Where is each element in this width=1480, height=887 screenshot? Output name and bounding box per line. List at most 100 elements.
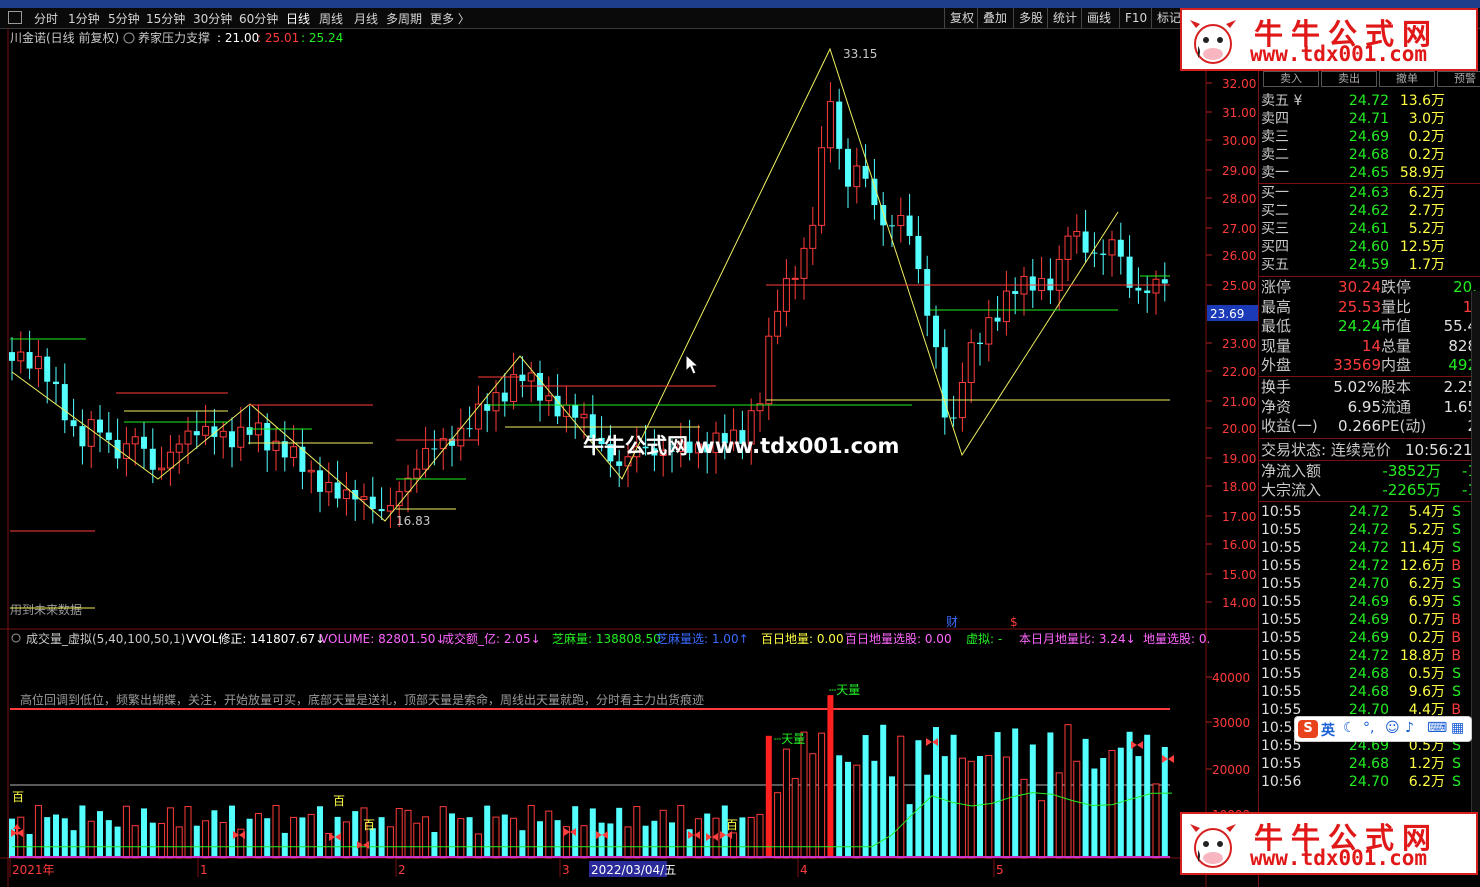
period-tab[interactable]: 更多 〉 — [430, 10, 470, 27]
stat-row: 换手 5.02% 股本 2.25 — [1259, 378, 1480, 397]
stat-label: 外盘 — [1261, 356, 1292, 375]
tick-side: S — [1452, 539, 1461, 556]
tick-row: 10:55 24.72 11.4万 S — [1259, 539, 1480, 557]
vol-indicator-item: VOLUME: 82801.50↓ — [320, 632, 445, 646]
volume-bar-up — [307, 813, 315, 859]
candle-down — [845, 148, 851, 187]
toolbar-button[interactable]: 叠加 — [977, 8, 1012, 28]
volume-bar-down — [862, 735, 869, 858]
period-tab[interactable]: 60分钟 — [239, 10, 278, 27]
quote-price: 24.62 — [1348, 203, 1389, 219]
quote-volume: 12.5万 — [1399, 239, 1445, 255]
emoji-icon[interactable]: ☺ — [1385, 720, 1400, 736]
order-tab[interactable]: 卖出 — [1321, 71, 1377, 87]
volume-bar-down — [1012, 728, 1019, 858]
stat-value: 24.24 — [1338, 317, 1381, 336]
toolbar-button[interactable]: 多股 — [1013, 8, 1048, 28]
volume-bar-up — [756, 813, 764, 859]
tianliang-label: ┄天量 — [829, 683, 860, 697]
tick-row: 10:55 24.68 0.5万 S — [1259, 665, 1480, 683]
stat-row: 最高 25.53 量比 1. — [1259, 298, 1480, 317]
quote-price: 24.69 — [1348, 129, 1389, 145]
period-tab[interactable]: 15分钟 — [146, 10, 185, 27]
candle-down — [44, 356, 51, 382]
period-tab[interactable]: 5分钟 — [108, 10, 140, 27]
order-tab[interactable]: 预警 — [1437, 71, 1480, 87]
period-tab[interactable]: 30分钟 — [193, 10, 232, 27]
moon-icon[interactable]: ☾ — [1343, 720, 1356, 736]
volume-bar-down — [845, 761, 851, 858]
volume-bar-up — [422, 816, 430, 859]
tick-row: 10:55 24.68 1.2万 S — [1259, 755, 1480, 773]
candle-up — [853, 165, 861, 188]
volume-bar-up — [510, 817, 518, 859]
tick-side: S — [1452, 665, 1461, 682]
period-tab[interactable]: 1分钟 — [68, 10, 100, 27]
volume-bar-down — [933, 727, 939, 858]
stat-label: 换手 — [1261, 378, 1292, 396]
ime-toolbar[interactable]: S 英 ☾ °, ☺ ♪ ⌨ ▦ — [1294, 716, 1472, 742]
volume-bar-up — [184, 806, 192, 859]
candle-down — [378, 509, 385, 512]
stat-label: 量比 — [1381, 297, 1412, 316]
candle-up — [1073, 230, 1081, 237]
indicator-v1: : 21.00 — [217, 31, 259, 45]
tick-row: 10:55 24.68 9.6万 S — [1259, 683, 1480, 701]
stat-row: 最低 24.24 市值 55.4 — [1259, 317, 1480, 336]
tick-price: 24.69 — [1348, 593, 1389, 610]
order-tab[interactable]: 卖入 — [1263, 71, 1319, 87]
order-tab[interactable]: 撤单 — [1379, 71, 1435, 87]
price-tick-label: 16.00 — [1222, 538, 1256, 552]
candle-up — [809, 224, 817, 249]
candle-up — [791, 277, 799, 280]
tick-price: 24.70 — [1348, 773, 1389, 790]
volume-bar-down — [1144, 734, 1151, 858]
quote-volume: 0.2万 — [1408, 147, 1445, 163]
candle-up — [184, 430, 192, 445]
volume-bar-down — [906, 804, 913, 858]
volume-bar-down — [484, 805, 491, 858]
quote-label: 买三 — [1261, 221, 1289, 237]
sogou-icon[interactable]: S — [1298, 720, 1318, 738]
mic-icon[interactable]: ♪ — [1405, 720, 1414, 736]
period-tab[interactable]: 月线 — [354, 10, 378, 27]
candle-down — [616, 461, 623, 466]
quote-price: 24.71 — [1348, 111, 1389, 127]
menu-icon[interactable] — [8, 11, 22, 24]
grid-icon[interactable]: ▦ — [1451, 720, 1464, 736]
price-tick-label: 31.00 — [1222, 106, 1256, 120]
tick-row: 10:55 24.69 6.9万 S — [1259, 593, 1480, 611]
candle-down — [977, 342, 983, 345]
ime-language[interactable]: 英 — [1321, 720, 1335, 740]
period-tab[interactable]: 周线 — [319, 10, 343, 27]
tick-side: B — [1451, 647, 1461, 664]
volume-bar-up — [1020, 778, 1028, 859]
quote-row: 买二 24.62 2.7万 — [1259, 202, 1480, 220]
tick-volume: 0.2万 — [1408, 629, 1445, 646]
keyboard-icon[interactable]: ⌨ — [1427, 720, 1447, 736]
volume-bar-up — [17, 816, 25, 859]
volume-bar-down — [26, 833, 33, 858]
stat-value: 33569 — [1333, 356, 1381, 375]
toolbar-button[interactable]: 统计 — [1047, 8, 1082, 28]
candle-up — [897, 215, 905, 227]
period-tab[interactable]: 分时 — [34, 10, 58, 27]
tick-volume: 12.6万 — [1399, 557, 1445, 574]
volume-bar-up — [527, 804, 535, 859]
toolbar-button[interactable]: 复权 — [944, 8, 979, 28]
volume-bar-up — [545, 810, 553, 859]
period-tab[interactable]: 日线 — [286, 10, 310, 27]
toolbar-button[interactable]: F10 — [1119, 8, 1152, 28]
scrollbar[interactable] — [1471, 291, 1480, 871]
volume-bar-up — [791, 778, 799, 859]
quote-price: 24.63 — [1348, 185, 1389, 201]
tick-volume: 5.2万 — [1408, 521, 1445, 538]
stat-value: 1.65 — [1443, 397, 1477, 416]
volume-bar-down — [739, 817, 746, 858]
tick-price: 24.69 — [1348, 611, 1389, 628]
quote-volume: 0.2万 — [1408, 129, 1445, 145]
period-tab[interactable]: 多周期 — [386, 10, 422, 27]
stat-value: 14 — [1361, 336, 1381, 355]
toolbar-button[interactable]: 画线 — [1081, 8, 1116, 28]
punct-icon[interactable]: °, — [1363, 720, 1374, 736]
